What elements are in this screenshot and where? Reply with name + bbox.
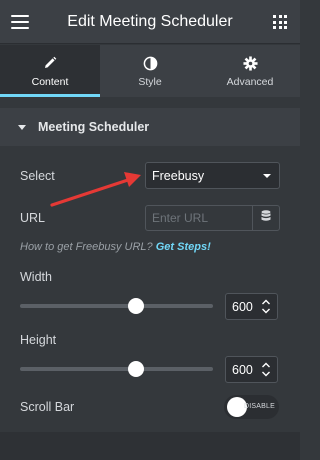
chevron-down-icon [263, 174, 271, 178]
section-header-meeting-scheduler[interactable]: Meeting Scheduler [0, 108, 300, 146]
editor-title: Edit Meeting Scheduler [67, 12, 233, 30]
editor-header: Edit Meeting Scheduler [0, 0, 300, 44]
get-steps-link[interactable]: Get Steps! [156, 241, 211, 253]
panel-footer [0, 432, 300, 460]
width-value: 600 [232, 300, 253, 314]
database-icon [261, 209, 271, 227]
panel-tabs: Content Style Advanced [0, 45, 300, 97]
url-label: URL [20, 211, 46, 225]
caret-down-icon [18, 124, 26, 130]
stepper-icon[interactable] [260, 298, 272, 315]
width-slider-thumb[interactable] [127, 298, 144, 314]
grid-icon[interactable] [273, 15, 287, 29]
section-title: Meeting Scheduler [38, 120, 150, 134]
height-slider-thumb[interactable] [127, 361, 144, 377]
tab-label: Content [31, 76, 69, 88]
pencil-icon [43, 54, 57, 72]
help-text: How to get Freebusy URL? Get Steps! [20, 241, 211, 253]
width-number-input[interactable]: 600 [225, 293, 278, 320]
stepper-icon[interactable] [260, 361, 272, 378]
toggle-state-text: DISABLE [244, 403, 275, 410]
dynamic-tags-button[interactable] [252, 205, 280, 231]
tab-style[interactable]: Style [100, 45, 200, 97]
url-input[interactable] [145, 205, 253, 231]
select-dropdown[interactable]: Freebusy [145, 162, 280, 189]
tab-label: Advanced [226, 76, 274, 88]
scrollbar-toggle[interactable]: DISABLE [224, 395, 279, 419]
width-slider[interactable] [20, 298, 213, 314]
tab-content[interactable]: Content [0, 45, 100, 97]
scrollbar-label: Scroll Bar [20, 400, 75, 414]
select-value: Freebusy [152, 169, 205, 183]
contrast-icon [143, 54, 158, 72]
tab-label: Style [138, 76, 162, 88]
gear-icon [242, 54, 258, 72]
height-number-input[interactable]: 600 [225, 356, 278, 383]
height-slider[interactable] [20, 361, 213, 377]
height-label: Height [20, 333, 57, 347]
height-value: 600 [232, 363, 253, 377]
hamburger-icon[interactable] [11, 15, 29, 29]
width-label: Width [20, 270, 52, 284]
select-label: Select [20, 169, 55, 183]
help-question: How to get Freebusy URL? [20, 241, 153, 253]
tab-advanced[interactable]: Advanced [200, 45, 300, 97]
